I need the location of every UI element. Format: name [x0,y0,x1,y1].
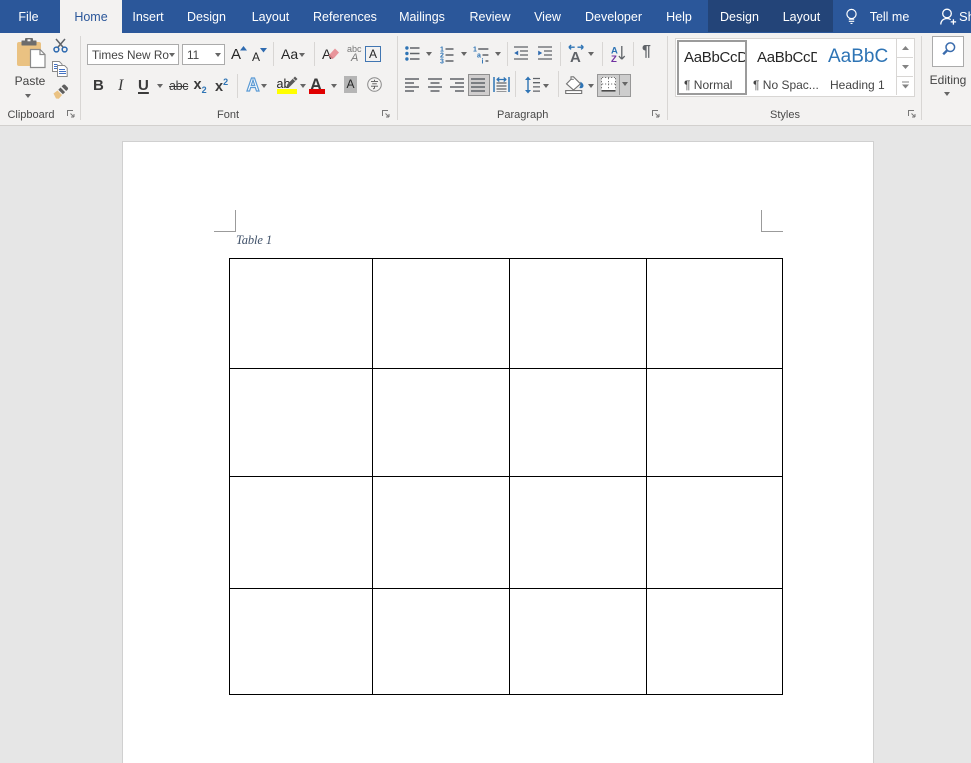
svg-text:Z: Z [611,54,617,62]
svg-text:3: 3 [440,59,444,65]
svg-text:a: a [477,53,481,60]
svg-text:A: A [570,49,581,63]
svg-text:A: A [247,76,260,93]
svg-text:i: i [482,59,484,65]
